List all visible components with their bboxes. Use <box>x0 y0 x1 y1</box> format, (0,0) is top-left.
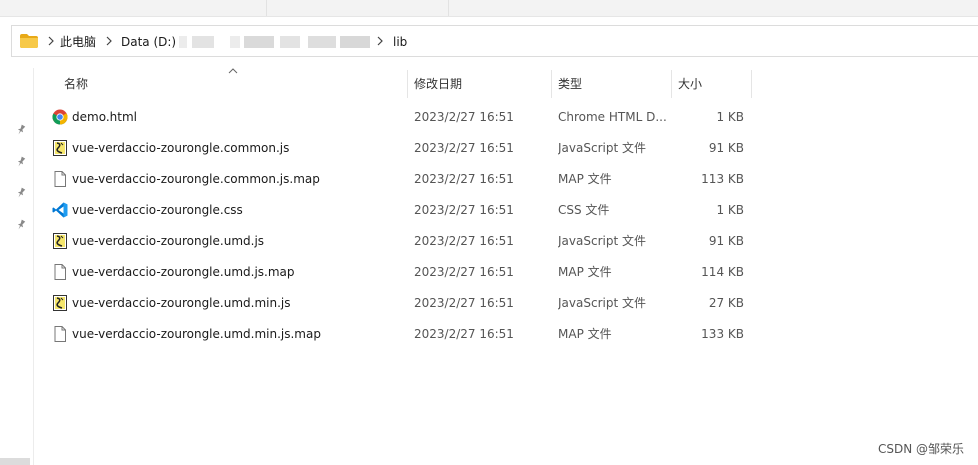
file-date: 2023/2/27 16:51 <box>414 203 514 217</box>
file-size: 133 KB <box>701 327 744 341</box>
generic-file-icon <box>54 171 66 187</box>
file-row[interactable]: demo.html 2023/2/27 16:51 Chrome HTML D.… <box>46 102 752 133</box>
file-name: vue-verdaccio-zourongle.umd.js.map <box>72 265 295 279</box>
file-date: 2023/2/27 16:51 <box>414 296 514 310</box>
redacted-path <box>340 36 370 48</box>
redacted-path <box>308 36 336 48</box>
file-name: demo.html <box>72 110 137 124</box>
file-name: vue-verdaccio-zourongle.css <box>72 203 243 217</box>
sort-ascending-icon <box>228 68 238 74</box>
file-date: 2023/2/27 16:51 <box>414 234 514 248</box>
file-type: JavaScript 文件 <box>558 296 646 310</box>
file-name: vue-verdaccio-zourongle.common.js <box>72 141 290 155</box>
chevron-right-icon[interactable] <box>46 34 56 48</box>
file-name: vue-verdaccio-zourongle.common.js.map <box>72 172 320 186</box>
file-date: 2023/2/27 16:51 <box>414 265 514 279</box>
file-date: 2023/2/27 16:51 <box>414 141 514 155</box>
tab-segment[interactable] <box>0 0 267 16</box>
redacted-path <box>244 36 274 48</box>
chevron-right-icon[interactable] <box>375 34 385 48</box>
file-type: JavaScript 文件 <box>558 234 646 248</box>
redacted-path <box>280 36 300 48</box>
column-divider[interactable] <box>407 70 408 98</box>
file-date: 2023/2/27 16:51 <box>414 172 514 186</box>
breadcrumb-lib[interactable]: lib <box>393 34 407 50</box>
javascript-file-icon <box>53 233 67 249</box>
file-type: MAP 文件 <box>558 172 612 186</box>
file-row[interactable]: vue-verdaccio-zourongle.umd.js.map 2023/… <box>46 257 752 288</box>
breadcrumb-data-drive[interactable]: Data (D:) <box>121 34 176 50</box>
generic-file-icon <box>54 264 66 280</box>
pin-icon[interactable] <box>15 219 27 231</box>
file-size: 113 KB <box>701 172 744 186</box>
pin-icon[interactable] <box>15 187 27 199</box>
file-row[interactable]: vue-verdaccio-zourongle.umd.min.js 2023/… <box>46 288 752 319</box>
file-name: vue-verdaccio-zourongle.umd.min.js <box>72 296 291 310</box>
nav-scrollbar[interactable] <box>0 458 30 465</box>
generic-file-icon <box>54 326 66 342</box>
redacted-path <box>179 36 187 48</box>
file-size: 114 KB <box>701 265 744 279</box>
redacted-path <box>192 36 214 48</box>
address-bar[interactable]: 此电脑 Data (D:) lib <box>11 25 978 57</box>
file-size: 27 KB <box>708 296 744 310</box>
redacted-path <box>230 36 240 48</box>
chevron-right-icon[interactable] <box>104 34 114 48</box>
tab-segment[interactable] <box>266 0 449 16</box>
column-divider[interactable] <box>551 70 552 98</box>
pin-icon[interactable] <box>15 156 27 168</box>
folder-icon <box>20 34 38 48</box>
file-explorer-window: 此电脑 Data (D:) lib 名称 修改日期 类型 大小 demo.htm… <box>0 0 978 465</box>
file-name: vue-verdaccio-zourongle.umd.min.js.map <box>72 327 321 341</box>
tab-strip <box>0 0 978 17</box>
file-row[interactable]: vue-verdaccio-zourongle.umd.js 2023/2/27… <box>46 226 752 257</box>
file-date: 2023/2/27 16:51 <box>414 110 514 124</box>
javascript-file-icon <box>53 140 67 156</box>
navigation-pane <box>0 68 34 465</box>
pin-icon[interactable] <box>15 124 27 136</box>
file-size: 91 KB <box>708 141 744 155</box>
file-row[interactable]: vue-verdaccio-zourongle.css 2023/2/27 16… <box>46 195 752 226</box>
file-type: CSS 文件 <box>558 203 610 217</box>
column-header-size[interactable]: 大小 <box>678 68 702 100</box>
watermark: CSDN @邹荣乐 <box>877 442 964 456</box>
file-row[interactable]: vue-verdaccio-zourongle.umd.min.js.map 2… <box>46 319 752 350</box>
file-name: vue-verdaccio-zourongle.umd.js <box>72 234 265 248</box>
breadcrumb-this-pc[interactable]: 此电脑 <box>60 34 96 50</box>
file-row[interactable]: vue-verdaccio-zourongle.common.js 2023/2… <box>46 133 752 164</box>
column-header-date[interactable]: 修改日期 <box>414 68 462 100</box>
file-date: 2023/2/27 16:51 <box>414 327 514 341</box>
javascript-file-icon <box>53 295 67 311</box>
file-type: MAP 文件 <box>558 265 612 279</box>
file-size: 91 KB <box>708 234 744 248</box>
column-header-name[interactable]: 名称 <box>64 68 88 100</box>
vscode-icon <box>52 202 68 218</box>
chrome-icon <box>52 109 68 125</box>
file-type: JavaScript 文件 <box>558 141 646 155</box>
column-divider[interactable] <box>671 70 672 98</box>
column-header-type[interactable]: 类型 <box>558 68 582 100</box>
file-type: Chrome HTML D... <box>558 110 667 124</box>
file-size: 1 KB <box>716 110 744 124</box>
file-type: MAP 文件 <box>558 327 612 341</box>
file-size: 1 KB <box>716 203 744 217</box>
column-divider[interactable] <box>751 70 752 98</box>
file-row[interactable]: vue-verdaccio-zourongle.common.js.map 20… <box>46 164 752 195</box>
